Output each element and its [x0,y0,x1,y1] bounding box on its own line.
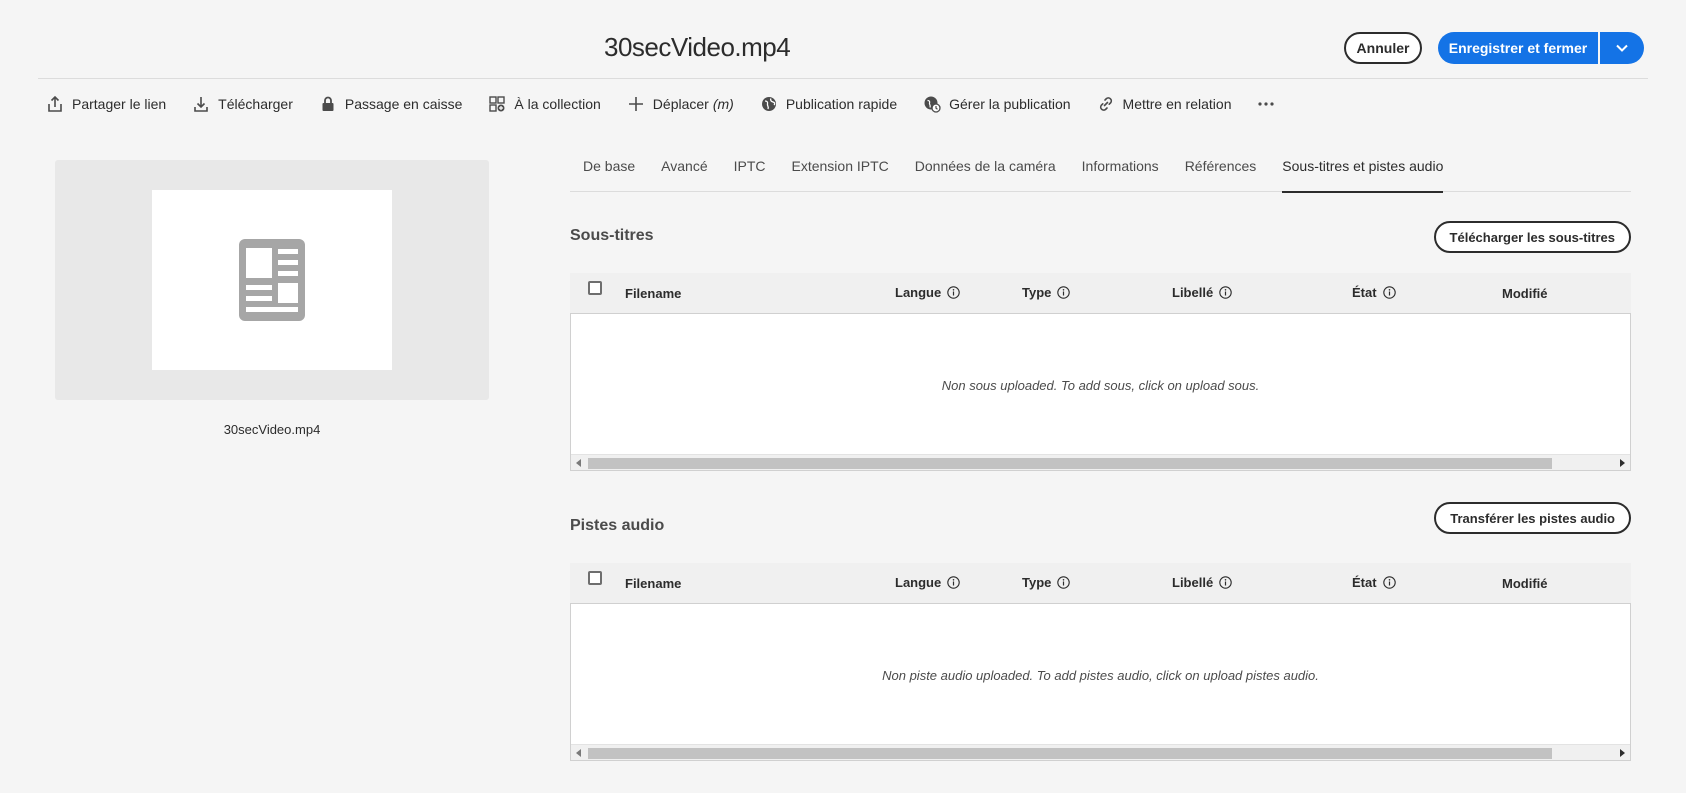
info-icon [1382,286,1396,299]
info-icon [1057,286,1071,299]
link-icon [1099,97,1112,111]
audio-section-title: Pistes audio [570,517,665,534]
subtitles-table-header: Filename Langue Type Libellé État Modifi… [570,273,1631,313]
tab-camera-data[interactable]: Données de la caméra [902,148,1069,192]
share-icon [48,95,62,112]
audio-table-body: Non piste audio uploaded. To add pistes … [570,603,1631,761]
add-to-collection-button[interactable]: À la collection [488,95,601,113]
scroll-right-arrow[interactable] [1620,749,1625,757]
checkout-label: Passage en caisse [344,96,463,112]
more-actions-button[interactable] [1257,95,1275,113]
page-title: 30secVideo.mp4 [604,32,791,62]
share-link-label: Partager le lien [72,96,167,112]
collection-add-icon [489,96,506,112]
quick-publish-button[interactable]: Publication rapide [760,95,897,113]
download-icon [194,97,208,112]
subtitles-table-body: Non sous uploaded. To add sous, click on… [570,313,1631,471]
column-type[interactable]: Type [1022,575,1071,590]
document-icon [239,239,305,321]
move-shortcut: (m) [712,96,734,112]
scrollbar-thumb[interactable] [588,458,1552,469]
asset-preview [55,160,489,400]
manage-publication-label: Gérer la publication [949,96,1071,112]
more-icon [1258,102,1275,106]
relate-button[interactable]: Mettre en relation [1097,95,1232,113]
header-divider [38,78,1648,79]
cancel-button[interactable]: Annuler [1344,32,1422,64]
manage-publication-button[interactable]: Gérer la publication [923,95,1071,113]
scroll-left-arrow[interactable] [576,459,581,467]
audio-empty-message: Non piste audio uploaded. To add pistes … [882,668,1319,683]
column-modified[interactable]: Modifié [1502,576,1548,591]
subtitles-empty-message: Non sous uploaded. To add sous, click on… [941,378,1260,393]
column-label[interactable]: Libellé [1172,575,1232,590]
tab-iptc[interactable]: IPTC [721,148,779,192]
select-all-checkbox[interactable] [588,571,602,585]
move-label: Déplacer [652,96,709,112]
action-toolbar: Partager le lien Télécharger Passage en … [46,92,1275,116]
move-icon [628,97,643,111]
move-button[interactable]: Déplacer (m) [627,95,734,113]
tab-subtitles-audio[interactable]: Sous-titres et pistes audio [1269,148,1456,193]
column-filename[interactable]: Filename [625,286,681,301]
tab-information[interactable]: Informations [1069,148,1172,192]
audio-table: Filename Langue Type Libellé État Modifi… [570,563,1631,761]
tab-iptc-extension[interactable]: Extension IPTC [779,148,902,192]
info-icon [1057,576,1071,589]
save-and-close-button[interactable]: Enregistrer et fermer [1438,32,1598,64]
select-all-checkbox[interactable] [588,281,602,295]
column-modified[interactable]: Modifié [1502,286,1548,301]
relate-label: Mettre en relation [1122,96,1232,112]
subtitles-table: Filename Langue Type Libellé État Modifi… [570,273,1631,471]
globe-icon [761,97,776,111]
scroll-left-arrow[interactable] [576,749,581,757]
column-language[interactable]: Langue [895,285,960,300]
column-status[interactable]: État [1352,285,1396,300]
share-link-button[interactable]: Partager le lien [46,95,166,113]
info-icon [1219,286,1232,299]
column-type[interactable]: Type [1022,285,1071,300]
save-options-dropdown[interactable] [1600,32,1644,64]
info-icon [1219,576,1232,589]
property-tabs: De base Avancé IPTC Extension IPTC Donné… [570,148,1631,193]
scrollbar-thumb[interactable] [588,748,1552,759]
upload-subtitles-button[interactable]: Télécharger les sous-titres [1433,221,1631,253]
add-to-collection-label: À la collection [514,96,601,112]
info-icon [1382,576,1396,589]
globe-clock-icon [924,96,941,113]
download-label: Télécharger [218,96,293,112]
column-filename[interactable]: Filename [625,576,681,591]
checkout-button[interactable]: Passage en caisse [319,95,463,113]
preview-thumbnail [152,190,392,370]
column-status[interactable]: État [1352,575,1396,590]
chevron-down-icon [1616,44,1628,52]
subtitles-horizontal-scrollbar[interactable] [571,454,1630,470]
subtitles-section-title: Sous-titres [570,227,654,244]
info-icon [947,286,960,299]
tab-advanced[interactable]: Avancé [648,148,720,192]
audio-table-header: Filename Langue Type Libellé État Modifi… [570,563,1631,603]
column-language[interactable]: Langue [895,575,960,590]
upload-audio-tracks-button[interactable]: Transférer les pistes audio [1434,502,1631,534]
preview-filename: 30secVideo.mp4 [223,422,321,437]
column-label[interactable]: Libellé [1172,285,1232,300]
tab-references[interactable]: Références [1172,148,1270,192]
audio-horizontal-scrollbar[interactable] [571,744,1630,760]
lock-icon [322,96,334,111]
quick-publish-label: Publication rapide [785,96,898,112]
tab-basic[interactable]: De base [570,148,648,192]
info-icon [947,576,960,589]
download-button[interactable]: Télécharger [192,95,293,113]
scroll-right-arrow[interactable] [1620,459,1625,467]
